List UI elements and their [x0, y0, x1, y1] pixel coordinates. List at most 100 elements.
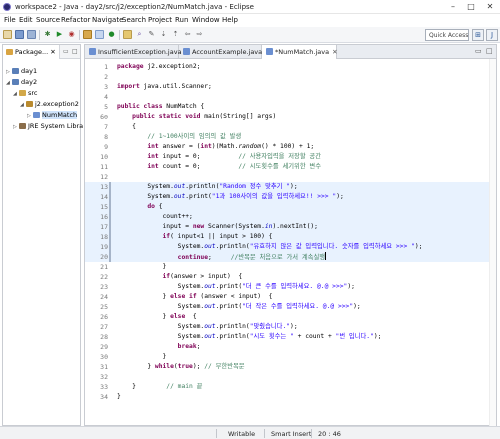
menu-navigate[interactable]: Navigate — [92, 16, 123, 24]
menu-project[interactable]: Project — [148, 16, 172, 24]
open-type-icon[interactable] — [123, 30, 132, 39]
forward-icon[interactable]: ⇨ — [195, 30, 204, 39]
code-line[interactable]: 1 package j2.exception2; — [85, 62, 496, 72]
tree-item[interactable]: ▷ day1 — [6, 66, 37, 76]
java-perspective-icon[interactable]: J — [486, 29, 498, 41]
code-text: public static void main(String[] args) — [132, 113, 277, 120]
maximize-editor-icon[interactable]: □ — [486, 47, 493, 55]
code-line[interactable]: 9 int answer = (int)(Math.random() * 100… — [85, 142, 496, 152]
code-line[interactable]: 34} — [85, 392, 496, 402]
code-line[interactable]: 24 } else if (answer < input) { — [85, 292, 496, 302]
menu-refactor[interactable]: Refactor — [61, 16, 90, 24]
close-button[interactable]: ✕ — [483, 1, 497, 12]
tree-item[interactable]: ▷ JRE System Libra — [13, 121, 83, 131]
code-line[interactable]: 11 int count = 0; // 시도횟수를 세기위한 변수 — [85, 162, 496, 172]
menu-edit[interactable]: Edit — [19, 16, 33, 24]
new-class-icon[interactable]: ● — [107, 30, 116, 39]
quick-access-input[interactable]: Quick Access — [425, 29, 469, 41]
code-line[interactable]: 13 System.out.println("Random 정수 맞추기 "); — [85, 182, 496, 192]
code-line[interactable]: 21 } — [85, 262, 496, 272]
code-text: System.out.println("시도 횟수는 " + count + "… — [117, 333, 382, 340]
next-annotation-icon[interactable]: ⇣ — [159, 30, 168, 39]
maximize-view-icon[interactable]: □ — [72, 48, 78, 55]
maximize-button[interactable]: □ — [464, 1, 478, 12]
minimize-button[interactable]: – — [446, 1, 460, 12]
editor-tab-bar: InsufficientException.java AccountExampl… — [85, 45, 496, 59]
close-icon[interactable]: ✕ — [50, 48, 55, 56]
code-line[interactable]: 5 public class NumMatch { — [85, 102, 496, 112]
code-line[interactable]: 25 System.out.print("더 작은 수를 입력하세요. @.@ … — [85, 302, 496, 312]
code-line[interactable]: 2 — [85, 72, 496, 82]
toolbar-separator — [79, 30, 80, 40]
minimize-editor-icon[interactable]: ▭ — [475, 47, 482, 55]
code-line[interactable]: 3 import java.util.Scanner; — [85, 82, 496, 92]
code-line[interactable]: 33 } // main 끝 — [85, 382, 496, 392]
tab-insufficient-exception[interactable]: InsufficientException.java — [85, 45, 182, 59]
new-java-project-icon[interactable] — [83, 30, 92, 39]
run-icon[interactable]: ▶ — [55, 30, 64, 39]
toggle-mark-icon[interactable]: ✎ — [147, 30, 156, 39]
code-line[interactable]: 12 — [85, 172, 496, 182]
code-line[interactable]: 17 input = new Scanner(System.in).nextIn… — [85, 222, 496, 232]
search-icon[interactable]: ⌕ — [135, 30, 144, 39]
tree-item[interactable]: ◢ day2 — [6, 77, 37, 87]
code-line[interactable]: 29 break; — [85, 342, 496, 352]
line-number: 8 — [104, 133, 108, 141]
save-icon[interactable] — [15, 30, 24, 39]
line-number: 30 — [100, 353, 108, 361]
code-line[interactable]: 16 count++; — [85, 212, 496, 222]
code-line[interactable]: 14 System.out.print("1과 100사이의 값을 입력하세요!… — [85, 192, 496, 202]
close-icon[interactable]: ✕ — [332, 48, 337, 56]
code-line[interactable]: 22 if(answer > input) { — [85, 272, 496, 282]
menu-search[interactable]: Search — [122, 16, 146, 24]
menu-help[interactable]: Help — [222, 16, 238, 24]
package-explorer-tab[interactable]: Package... ✕ — [3, 45, 60, 59]
external-tools-icon[interactable]: ◉ — [67, 30, 76, 39]
menu-file[interactable]: File — [4, 16, 16, 24]
menu-run[interactable]: Run — [175, 16, 188, 24]
previous-annotation-icon[interactable]: ⇡ — [171, 30, 180, 39]
code-line[interactable]: 30 } — [85, 352, 496, 362]
menu-window[interactable]: Window — [192, 16, 220, 24]
editor-area: InsufficientException.java AccountExampl… — [84, 44, 497, 426]
code-line[interactable]: 31 } while(true); // 무한반복문 — [85, 362, 496, 372]
tab-num-match[interactable]: *NumMatch.java ✕ — [262, 45, 338, 59]
tree-item[interactable]: ◢ src — [13, 88, 38, 98]
line-number: 14 — [100, 193, 108, 201]
code-line[interactable]: 8 // 1~100사이의 임의의 값 발생 — [85, 132, 496, 142]
change-marker — [109, 252, 111, 262]
open-perspective-icon[interactable]: ⊞ — [472, 29, 484, 41]
save-all-icon[interactable] — [27, 30, 36, 39]
code-text: do { — [147, 203, 163, 210]
code-line[interactable]: 23 System.out.print("더 큰 수를 입력하세요. @.@ >… — [85, 282, 496, 292]
code-line[interactable]: 26 } else { — [85, 312, 496, 322]
change-marker — [109, 232, 111, 242]
code-line[interactable]: 19 System.out.println("유효하지 않은 값 입력입니다. … — [85, 242, 496, 252]
code-line[interactable]: 27 System.out.println("맞췄습니다."); — [85, 322, 496, 332]
code-editor[interactable]: 1 package j2.exception2; 2 3 import java.uti… — [85, 59, 496, 426]
code-line[interactable]: 6⊖ public static void main(String[] args… — [85, 112, 496, 122]
tree-item[interactable]: ▷ NumMatch — [27, 110, 78, 120]
status-separator — [264, 429, 265, 438]
new-package-icon[interactable] — [95, 30, 104, 39]
debug-icon[interactable]: ✱ — [43, 30, 52, 39]
toolbar-separator — [119, 30, 120, 40]
new-icon[interactable] — [3, 30, 12, 39]
minimize-view-icon[interactable]: ▭ — [63, 48, 69, 55]
overview-ruler[interactable] — [489, 59, 496, 426]
tree-item[interactable]: ◢ j2.exception2 — [20, 99, 79, 109]
tab-account-example[interactable]: AccountExample.java — [179, 45, 262, 59]
line-number: 29 — [100, 343, 108, 351]
menu-source[interactable]: Source — [36, 16, 60, 24]
code-line[interactable]: 15 do { — [85, 202, 496, 212]
code-line[interactable]: 20 continue; //반복문 처음으로 가서 계속실행 — [85, 252, 496, 262]
code-line[interactable]: 18 if( input<1 || input > 100) { — [85, 232, 496, 242]
code-line[interactable]: 32 — [85, 372, 496, 382]
code-line[interactable]: 7 { — [85, 122, 496, 132]
code-line[interactable]: 4 — [85, 92, 496, 102]
tab-label: AccountExample.java — [192, 48, 263, 56]
code-text: } else { — [117, 313, 197, 320]
code-line[interactable]: 10 int input = 0; // 사용자입력을 저장할 공간 — [85, 152, 496, 162]
code-line[interactable]: 28 System.out.println("시도 횟수는 " + count … — [85, 332, 496, 342]
back-icon[interactable]: ⇦ — [183, 30, 192, 39]
